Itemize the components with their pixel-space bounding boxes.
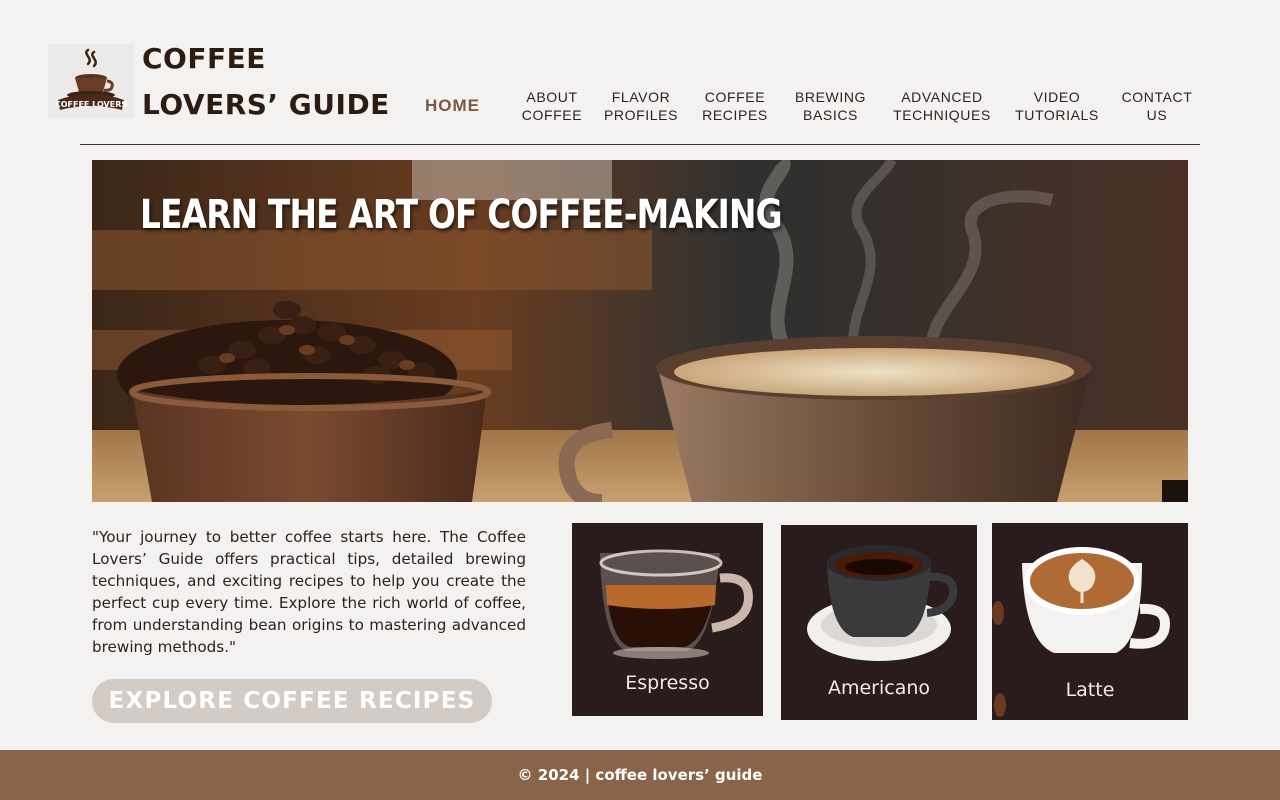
nav-item-coffee-recipes[interactable]: COFFEE RECIPES <box>692 86 778 126</box>
nav-item-about-coffee[interactable]: ABOUT COFFEE <box>510 86 594 126</box>
site-footer: © 2024 | coffee lovers’ guide <box>0 750 1280 800</box>
nav-item-contact-us[interactable]: CONTACT US <box>1113 86 1201 126</box>
card-label-americano: Americano <box>827 677 931 699</box>
card-latte[interactable]: Latte <box>992 523 1188 720</box>
header-divider <box>80 144 1200 145</box>
site-title[interactable]: COFFEE LOVERS’ GUIDE <box>142 36 392 128</box>
coffee-cup-logo-icon: COFFEE LOVERS <box>55 48 128 110</box>
main-navigation: HOME ABOUT COFFEE FLAVOR PROFILES COFFEE… <box>400 86 1210 130</box>
site-logo[interactable]: COFFEE LOVERS <box>48 44 134 118</box>
hero-banner: LEARN THE ART OF COFFEE-MAKING <box>92 160 1188 502</box>
card-label-espresso: Espresso <box>625 672 710 694</box>
nav-item-home[interactable]: HOME <box>400 86 505 126</box>
card-label-latte: Latte <box>1065 679 1115 701</box>
nav-item-flavor-profiles[interactable]: FLAVOR PROFILES <box>598 86 684 126</box>
nav-item-advanced-techniques[interactable]: ADVANCED TECHNIQUES <box>890 86 994 126</box>
footer-copyright: © 2024 | coffee lovers’ guide <box>517 766 763 784</box>
nav-item-brewing-basics[interactable]: BREWING BASICS <box>785 86 876 126</box>
hero-title: LEARN THE ART OF COFFEE-MAKING <box>140 192 783 238</box>
explore-coffee-recipes-button[interactable]: EXPLORE COFFEE RECIPES <box>92 679 492 723</box>
intro-paragraph: "Your journey to better coffee starts he… <box>92 528 526 656</box>
logo-text: COFFEE LOVERS <box>55 100 128 109</box>
card-espresso[interactable]: Espresso <box>572 523 763 716</box>
nav-item-video-tutorials[interactable]: VIDEO TUTORIALS <box>1009 86 1105 126</box>
card-americano[interactable]: Americano <box>781 525 977 720</box>
